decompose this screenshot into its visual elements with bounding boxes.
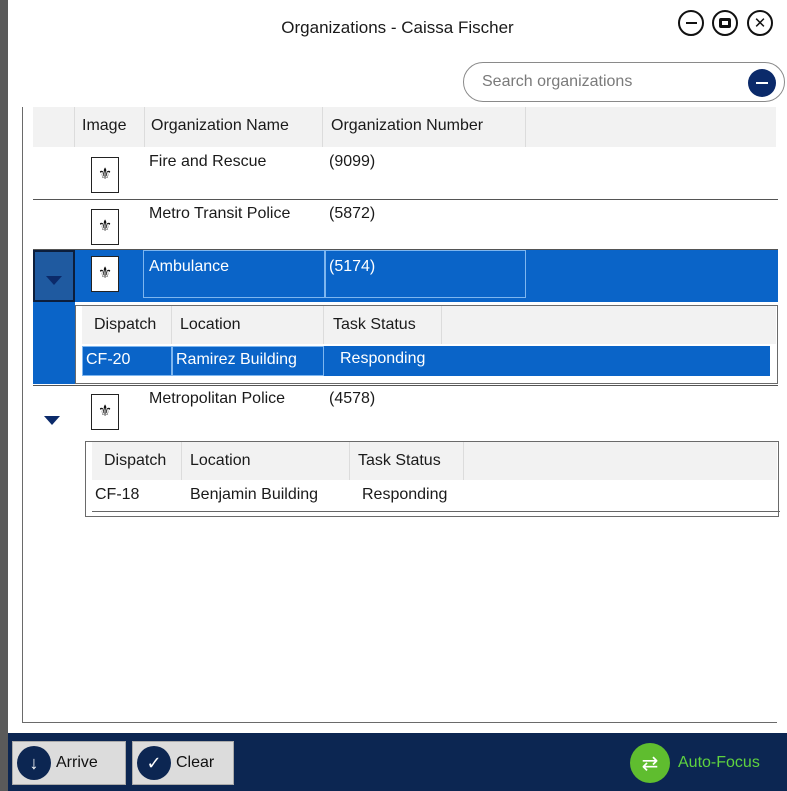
- organization-icon: ⚜: [97, 218, 113, 235]
- detail-header-location[interactable]: Location: [172, 306, 324, 344]
- location-cell: Ramirez Building: [172, 346, 324, 376]
- title-bar: Organizations - Caissa Fischer ✕: [8, 0, 787, 60]
- detail-header-filler: [464, 442, 777, 480]
- organization-name: Metro Transit Police: [149, 205, 291, 222]
- detail-header-dispatch[interactable]: Dispatch: [82, 306, 172, 344]
- organization-icon: ⚜: [97, 166, 113, 183]
- organization-row[interactable]: ⚜ Metropolitan Police (4578) Dispatch Lo…: [33, 386, 780, 523]
- dispatch-cell: CF-20: [82, 346, 172, 376]
- row-expander-button[interactable]: [33, 250, 75, 302]
- selected-row-gutter: [33, 302, 75, 384]
- column-header-image[interactable]: Image: [75, 107, 145, 147]
- organization-image: ⚜: [91, 157, 119, 193]
- search-clear-button[interactable]: [748, 69, 776, 97]
- organization-icon: ⚜: [97, 403, 113, 420]
- status-cell: Responding: [340, 350, 426, 367]
- detail-header-filler: [442, 306, 776, 344]
- organization-name: Ambulance: [149, 258, 230, 275]
- organization-image: ⚜: [91, 256, 119, 292]
- dispatch-cell: CF-18: [95, 486, 140, 503]
- column-header-organization-name[interactable]: Organization Name: [145, 107, 323, 147]
- chevron-down-icon: [46, 276, 62, 285]
- checkmark-icon: ✓: [137, 746, 171, 780]
- detail-grid: Dispatch Location Task Status CF-20 Rami…: [75, 305, 778, 384]
- close-icon: ✕: [753, 14, 767, 32]
- search-input[interactable]: [482, 71, 732, 93]
- arrive-label: Arrive: [56, 754, 98, 771]
- minus-icon: [756, 81, 768, 85]
- organization-number: (4578): [329, 390, 376, 407]
- column-header-filler: [526, 107, 776, 147]
- arrive-button[interactable]: ↓ Arrive: [12, 741, 126, 785]
- organization-row[interactable]: ⚜ Metro Transit Police (5872): [33, 200, 778, 250]
- restore-button[interactable]: [712, 10, 738, 36]
- organization-number: (5872): [329, 205, 376, 222]
- organization-number: (5174): [329, 258, 376, 275]
- auto-focus-button[interactable]: ⇄ Auto-Focus: [630, 743, 760, 783]
- bottom-toolbar: ↓ Arrive ✓ Clear ⇄ Auto-Focus: [8, 733, 787, 791]
- organization-icon: ⚜: [97, 265, 113, 282]
- detail-header-task-status[interactable]: Task Status: [350, 442, 464, 480]
- detail-grid: Dispatch Location Task Status CF-18 Benj…: [85, 441, 780, 517]
- organization-row[interactable]: ⚜ Fire and Rescue (9099): [33, 147, 778, 200]
- row-expander-button[interactable]: [33, 386, 75, 438]
- minimize-button[interactable]: [678, 10, 704, 36]
- swap-arrows-icon: ⇄: [630, 743, 670, 783]
- organization-name: Fire and Rescue: [149, 153, 267, 170]
- clear-label: Clear: [176, 754, 215, 771]
- expander-column-header: [33, 107, 75, 147]
- restore-icon: [719, 18, 731, 28]
- status-cell: Responding: [362, 486, 448, 503]
- organizations-grid: Image Organization Name Organization Num…: [22, 107, 780, 723]
- column-header-organization-number[interactable]: Organization Number: [323, 107, 526, 147]
- chevron-down-icon: [44, 416, 60, 425]
- organization-image: ⚜: [91, 209, 119, 245]
- location-cell: Benjamin Building: [190, 486, 319, 503]
- organization-row-selected[interactable]: ⚜ Ambulance (5174) Dispatch Location Tas…: [33, 250, 778, 386]
- detail-row[interactable]: CF-18 Benjamin Building Responding: [92, 482, 780, 512]
- minimize-icon: [685, 21, 697, 25]
- organization-name: Metropolitan Police: [149, 390, 286, 407]
- window-title: Organizations - Caissa Fischer: [281, 18, 514, 37]
- arrow-down-icon: ↓: [17, 746, 51, 780]
- close-button[interactable]: ✕: [747, 10, 773, 36]
- organization-image: ⚜: [91, 394, 119, 430]
- detail-row-selected[interactable]: CF-20 Ramirez Building Responding: [82, 346, 770, 376]
- detail-header-task-status[interactable]: Task Status: [324, 306, 442, 344]
- detail-header-location[interactable]: Location: [182, 442, 350, 480]
- auto-focus-label: Auto-Focus: [678, 754, 760, 771]
- organization-number: (9099): [329, 153, 376, 170]
- detail-header-dispatch[interactable]: Dispatch: [92, 442, 182, 480]
- clear-button[interactable]: ✓ Clear: [132, 741, 234, 785]
- search-box: [463, 62, 785, 102]
